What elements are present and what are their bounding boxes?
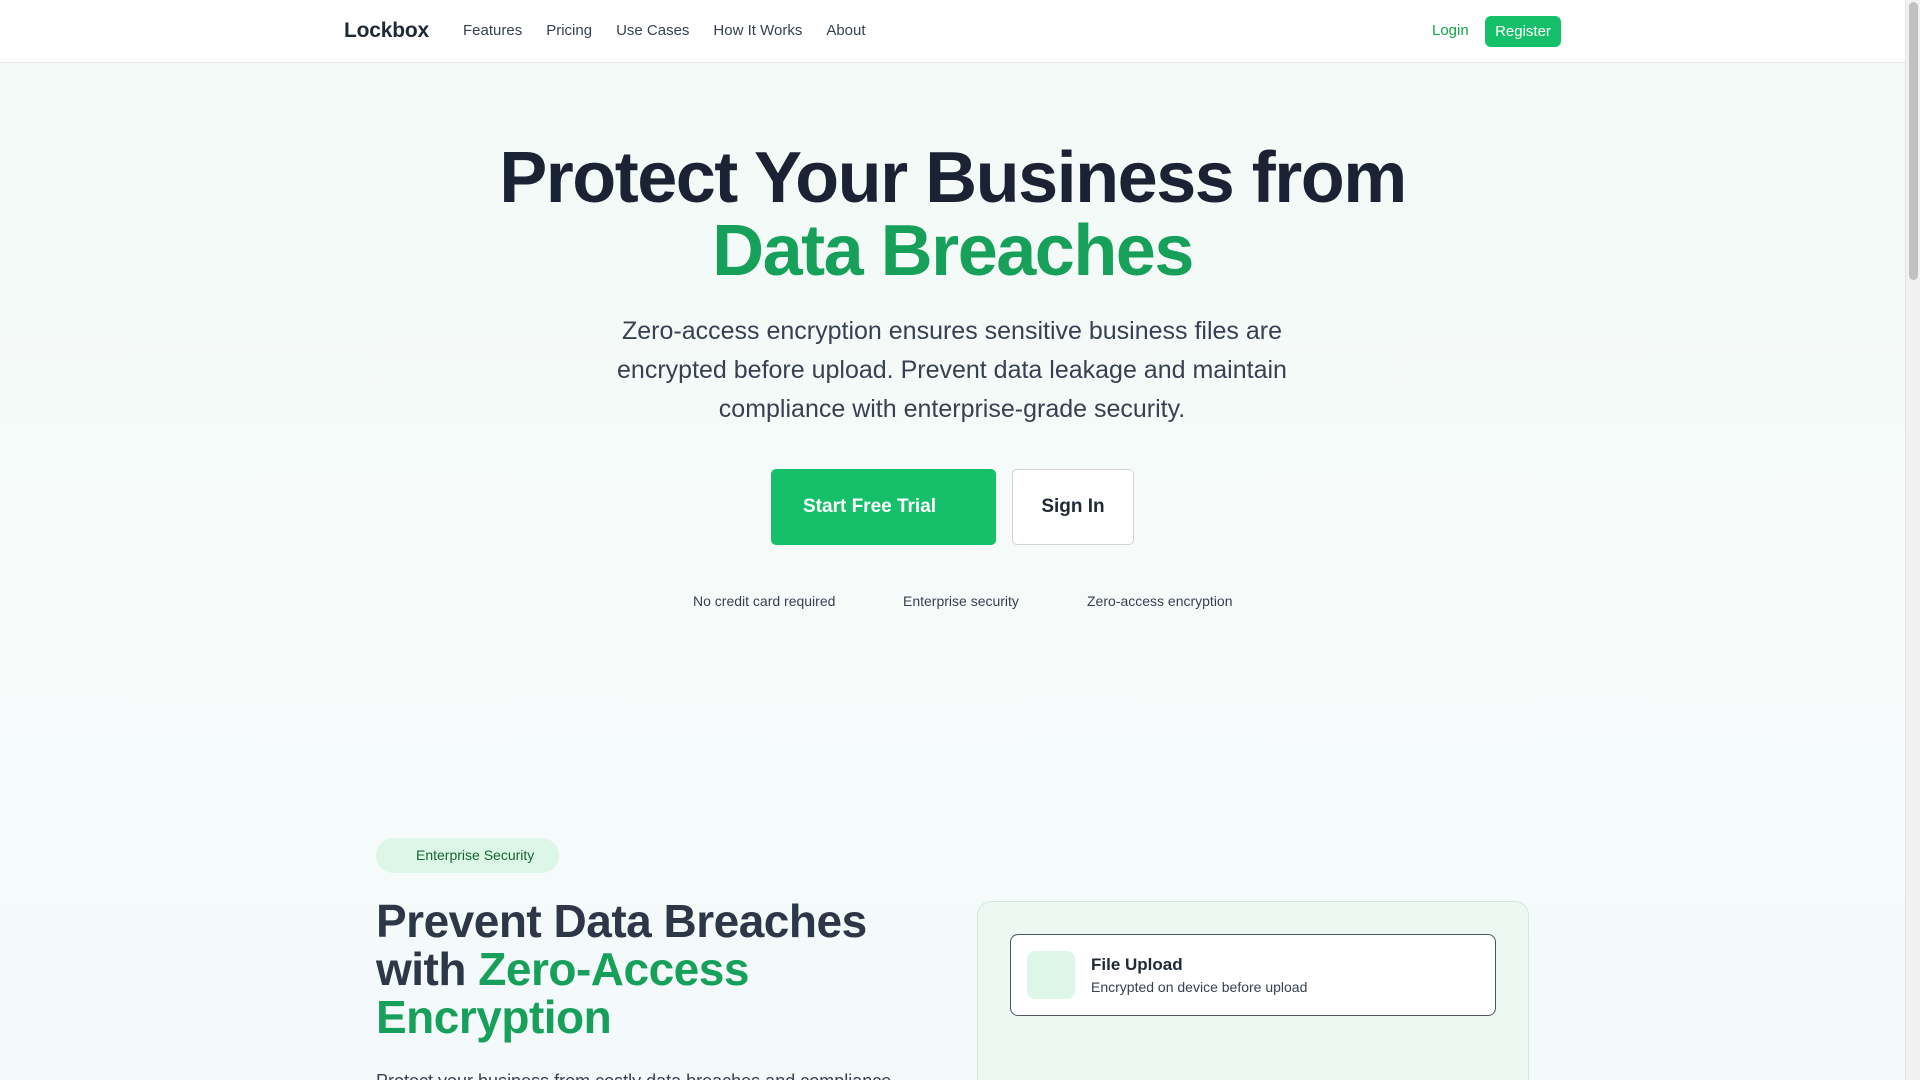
hero-title-line1: Protect Your Business from <box>499 138 1407 218</box>
hero-title: Protect Your Business from Data Breaches <box>0 142 1905 288</box>
feature-description: Protect your business from costly data b… <box>376 1068 936 1080</box>
hero-subtitle: Zero-access encryption ensures sensitive… <box>617 317 1287 423</box>
trust-badges: No credit card required Enterprise secur… <box>0 593 1905 613</box>
start-free-trial-button[interactable]: Start Free Trial <box>771 469 996 545</box>
register-button[interactable]: Register <box>1485 16 1561 47</box>
file-upload-card: File Upload Encrypted on device before u… <box>1010 934 1496 1016</box>
upload-card-subtitle: Encrypted on device before upload <box>1091 979 1308 995</box>
badge-label: Enterprise Security <box>416 847 535 863</box>
nav-link-use-cases[interactable]: Use Cases <box>616 22 689 39</box>
logo[interactable]: Lockbox <box>344 19 429 43</box>
nav-link-pricing[interactable]: Pricing <box>546 22 592 39</box>
trust-no-credit-card: No credit card required <box>693 593 836 609</box>
upload-card-title: File Upload <box>1091 955 1183 974</box>
page: Lockbox Features Pricing Use Cases How I… <box>0 0 1905 1080</box>
nav-link-features[interactable]: Features <box>463 22 522 39</box>
nav-link-how-it-works[interactable]: How It Works <box>713 22 802 39</box>
enterprise-security-badge: Enterprise Security <box>376 838 559 873</box>
hero-title-accent: Data Breaches <box>712 211 1194 291</box>
trust-zero-access: Zero-access encryption <box>1087 593 1233 609</box>
feature-title: Prevent Data Breaches with Zero-Access E… <box>376 897 936 1041</box>
trust-enterprise-security: Enterprise security <box>903 593 1019 609</box>
navbar: Lockbox Features Pricing Use Cases How I… <box>0 0 1905 63</box>
nav-link-about[interactable]: About <box>826 22 865 39</box>
page-scrollbar[interactable] <box>1905 0 1920 1080</box>
login-link[interactable]: Login <box>1432 22 1469 39</box>
nav-links: Features Pricing Use Cases How It Works … <box>463 22 890 39</box>
upload-icon <box>1027 951 1075 999</box>
sign-in-button[interactable]: Sign In <box>1012 469 1134 545</box>
scrollbar-thumb[interactable] <box>1909 2 1918 280</box>
